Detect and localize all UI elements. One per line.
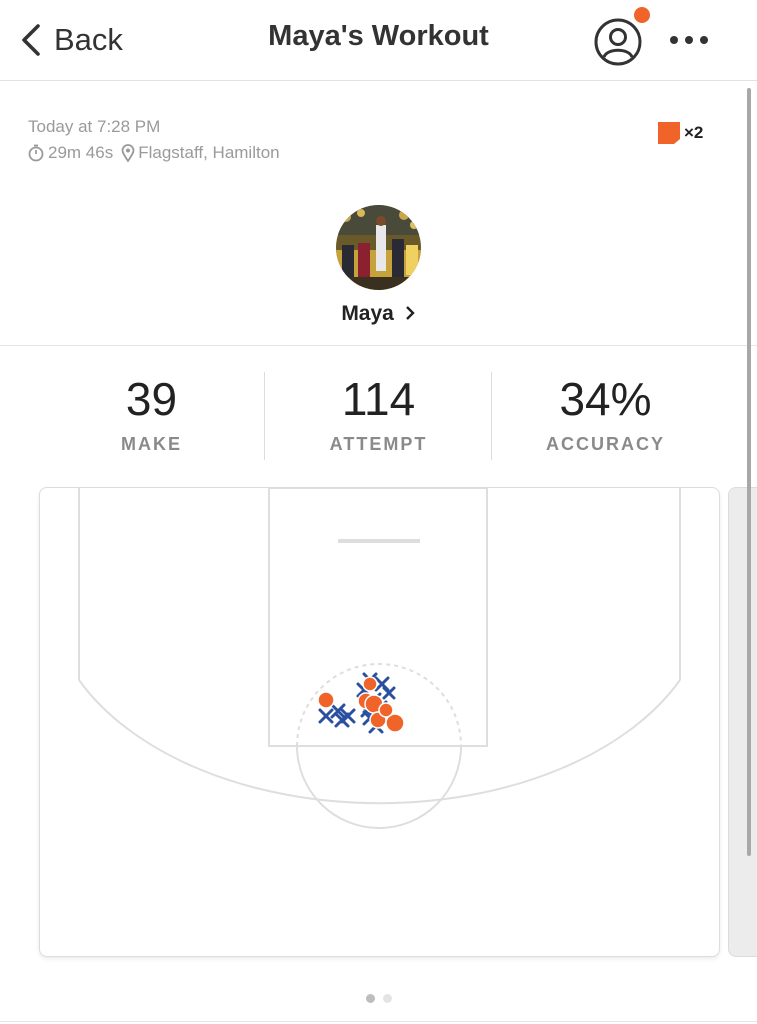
stopwatch-icon — [28, 144, 44, 162]
shot-markers — [317, 672, 405, 734]
profile-button[interactable] — [592, 16, 644, 68]
more-horizontal-icon — [670, 36, 678, 44]
page-indicator[interactable] — [366, 994, 392, 1003]
page-dot-active[interactable] — [366, 994, 375, 1003]
stat-accuracy-label: ACCURACY — [546, 434, 665, 454]
badge-counter: ×2 — [658, 121, 703, 145]
stat-make-value: 39 — [125, 373, 178, 425]
scrollbar[interactable] — [747, 88, 751, 856]
stat-accuracy-value: 34% — [559, 373, 652, 425]
divider — [0, 345, 757, 346]
stat-attempt-value: 114 — [341, 373, 416, 425]
divider — [0, 1021, 757, 1022]
page-dot[interactable] — [383, 994, 392, 1003]
next-chart-card[interactable] — [728, 487, 757, 957]
session-location: Flagstaff, Hamilton — [138, 143, 280, 162]
stat-attempt-label: ATTEMPT — [329, 434, 428, 454]
session-meta: 29m 46s Flagstaff, Hamilton — [27, 143, 280, 163]
notification-dot — [634, 7, 650, 23]
shot-chart-card[interactable] — [39, 487, 720, 957]
user-name-link[interactable]: Maya — [0, 302, 757, 326]
stat-attempt: 114 ATTEMPT — [265, 370, 492, 455]
stat-make: 39 MAKE — [38, 370, 265, 455]
stat-accuracy: 34% ACCURACY — [492, 370, 719, 455]
session-date: Today at 7:28 PM — [28, 117, 161, 136]
user-circle-icon — [594, 18, 642, 66]
avatar[interactable] — [336, 205, 421, 290]
more-options-button[interactable] — [670, 28, 714, 52]
chevron-right-icon — [405, 306, 415, 320]
basketball-half-court — [78, 488, 681, 829]
top-nav-bar: Back Maya's Workout — [0, 0, 757, 81]
badge-count: ×2 — [684, 123, 704, 142]
stat-make-label: MAKE — [121, 434, 182, 454]
flag-badge-icon — [658, 122, 680, 144]
session-duration: 29m 46s — [48, 143, 114, 162]
avatar-photo — [336, 205, 421, 290]
user-name: Maya — [341, 302, 394, 325]
map-pin-icon — [121, 144, 135, 162]
